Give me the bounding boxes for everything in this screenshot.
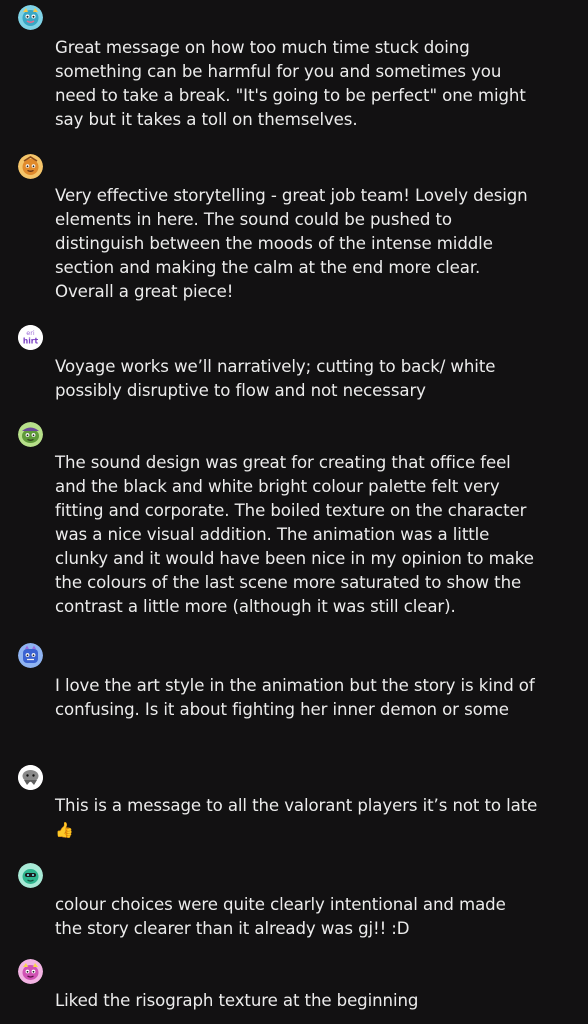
comment-text: Great message on how too much time stuck…: [55, 38, 526, 129]
grey-creature-avatar-icon[interactable]: [18, 765, 43, 790]
comment-text: Voyage works we’ll narratively; cutting …: [55, 357, 496, 400]
blue-creature-avatar-icon[interactable]: [18, 643, 43, 668]
mint-creature-avatar-icon[interactable]: [18, 863, 43, 888]
text-logo-avatar-icon[interactable]: eri hirt: [18, 325, 43, 350]
comment-text: Liked the risograph texture at the begin…: [55, 991, 419, 1010]
comment-text: I love the art style in the animation bu…: [55, 676, 535, 719]
teal-creature-avatar-icon[interactable]: [18, 5, 43, 30]
comment-text: This is a message to all the valorant pl…: [55, 794, 577, 842]
avatar-text-bottom: hirt: [23, 337, 39, 346]
comment-text-content: This is a message to all the valorant pl…: [55, 796, 538, 815]
pink-creature-avatar-icon[interactable]: [18, 959, 43, 984]
orange-creature-avatar-icon[interactable]: [18, 154, 43, 179]
comment-text: The sound design was great for creating …: [55, 453, 534, 616]
comment-text: Very effective storytelling - great job …: [55, 186, 528, 301]
comment-text: colour choices were quite clearly intent…: [55, 895, 506, 938]
thumbs-up-emoji: 👍: [55, 821, 74, 839]
green-creature-avatar-icon[interactable]: [18, 422, 43, 447]
